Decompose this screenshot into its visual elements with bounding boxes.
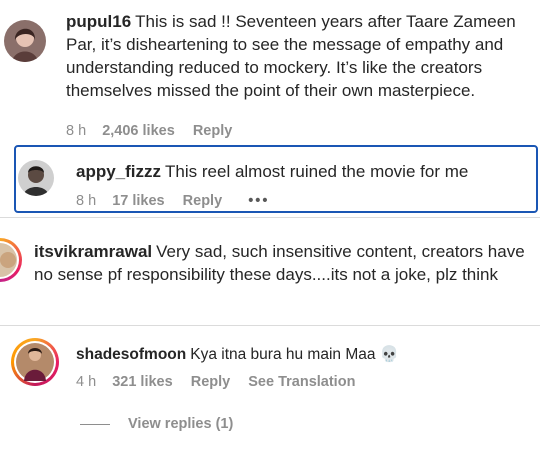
avatar[interactable] [0, 238, 22, 282]
avatar-image [0, 241, 19, 279]
comment-time: 8 h [66, 123, 87, 139]
comment-username[interactable]: pupul16 [66, 12, 131, 31]
avatar[interactable] [11, 338, 59, 386]
more-options-icon[interactable]: ••• [248, 193, 269, 209]
avatar[interactable] [4, 20, 46, 62]
likes-count[interactable]: 2,406 likes [102, 123, 175, 139]
comment-text: appy_fizzz This reel almost ruined the mo… [76, 160, 516, 183]
comment-time: 4 h [76, 374, 97, 390]
comment-meta: 8 h 17 likes Reply ••• [76, 193, 283, 209]
view-replies-button[interactable]: View replies (1) [80, 416, 233, 432]
comment-body: This reel almost ruined the movie for me [165, 162, 469, 181]
comment-username[interactable]: itsvikramrawal [34, 242, 152, 261]
comment-username[interactable]: appy_fizzz [76, 162, 161, 181]
avatar[interactable] [18, 160, 54, 196]
avatar-image [14, 341, 56, 383]
likes-count[interactable]: 321 likes [112, 374, 172, 390]
comment-username[interactable]: shadesofmoon [76, 346, 186, 363]
reply-button[interactable]: Reply [183, 193, 223, 209]
comment-text: shadesofmoon Kya itna bura hu main Maa 💀 [76, 343, 526, 366]
view-replies-line [80, 423, 110, 425]
comment-text: itsvikramrawal Very sad, such insensitive… [34, 240, 534, 286]
avatar-image [4, 20, 46, 62]
likes-count[interactable]: 17 likes [112, 193, 164, 209]
comment-body: This is sad !! Seventeen years after Taa… [66, 12, 516, 100]
view-replies-label: View replies (1) [128, 416, 234, 432]
comment-time: 8 h [76, 193, 97, 209]
comment-body: Kya itna bura hu main Maa 💀 [190, 346, 400, 363]
comment-meta: 8 h 2,406 likes Reply [66, 123, 246, 139]
avatar-image [18, 160, 54, 196]
divider [0, 325, 540, 326]
reply-button[interactable]: Reply [193, 123, 233, 139]
comment-text: pupul16 This is sad !! Seventeen years af… [66, 10, 526, 102]
divider [0, 217, 540, 218]
comment-meta: 4 h 321 likes Reply See Translation [76, 374, 369, 390]
reply-button[interactable]: Reply [191, 374, 231, 390]
see-translation-button[interactable]: See Translation [248, 374, 355, 390]
